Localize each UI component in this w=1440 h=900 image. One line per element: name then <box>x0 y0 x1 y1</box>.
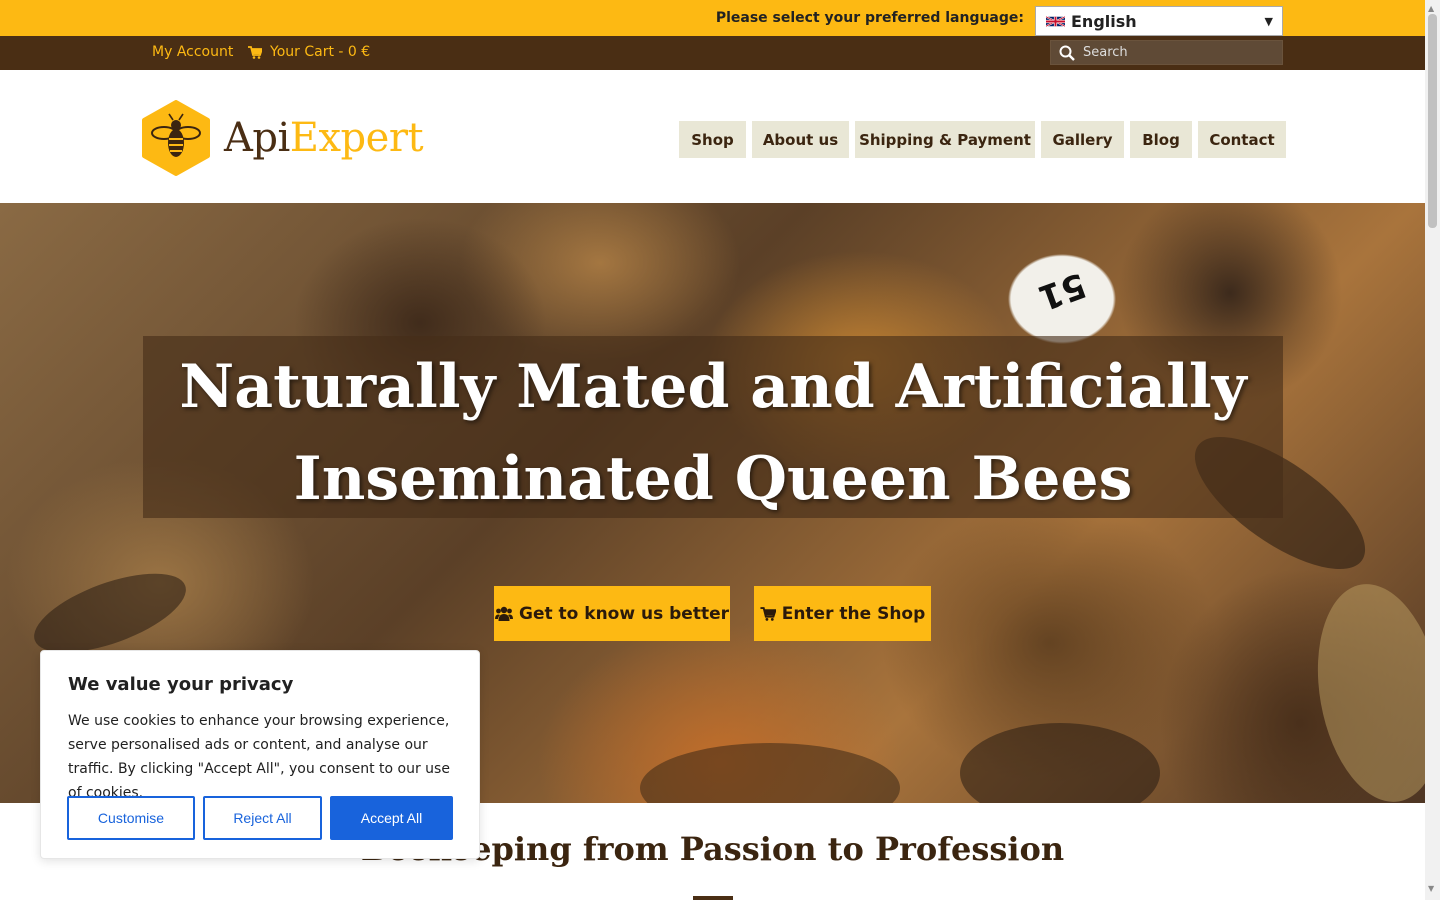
dropdown-arrow-icon: ▼ <box>1264 15 1273 28</box>
language-selected-value: English <box>1071 11 1137 31</box>
language-bar: Please select your preferred language: E… <box>0 0 1425 36</box>
search-box[interactable] <box>1050 40 1283 65</box>
enter-shop-label: Enter the Shop <box>781 603 926 624</box>
scroll-down-arrow-icon[interactable]: ▼ <box>1428 884 1434 893</box>
page-scrollbar[interactable]: ▲ ▼ <box>1425 0 1440 900</box>
cart-label: Your Cart - 0 € <box>270 44 371 60</box>
users-icon <box>495 606 514 621</box>
bee-logo-icon <box>142 100 210 176</box>
cookie-description: We use cookies to enhance your browsing … <box>68 713 450 801</box>
search-input[interactable] <box>1083 45 1263 60</box>
get-to-know-us-button[interactable]: Get to know us better <box>494 586 730 641</box>
site-logo[interactable]: ApiExpert <box>142 100 424 176</box>
account-bar: My Account Your Cart - 0 € <box>0 36 1425 70</box>
site-header: ApiExpert Shop About us Shipping & Payme… <box>0 70 1425 203</box>
section-divider <box>693 896 733 900</box>
language-prompt: Please select your preferred language: <box>715 10 1024 26</box>
scrollbar-thumb[interactable] <box>1428 14 1437 228</box>
main-menu: Shop About us Shipping & Payment Gallery… <box>673 121 1286 158</box>
menu-item-shipping-payment[interactable]: Shipping & Payment <box>855 121 1035 158</box>
uk-flag-icon <box>1046 15 1065 27</box>
cookie-consent-banner: We value your privacy We use cookies to … <box>40 650 480 859</box>
menu-item-contact[interactable]: Contact <box>1198 121 1286 158</box>
accept-all-button[interactable]: Accept All <box>330 796 453 840</box>
logo-wordmark: ApiExpert <box>224 115 424 161</box>
cart-link[interactable]: Your Cart - 0 € <box>248 44 370 60</box>
reject-all-button[interactable]: Reject All <box>203 796 322 840</box>
search-icon <box>1059 45 1075 61</box>
logo-name-part2: Expert <box>289 115 424 161</box>
cookie-title: We value your privacy <box>68 674 294 695</box>
shopping-cart-icon <box>760 606 776 621</box>
scroll-up-arrow-icon[interactable]: ▲ <box>1428 4 1434 13</box>
hero-bee-stripe <box>640 743 900 803</box>
queen-marker-number: 51 <box>1032 264 1092 318</box>
customise-button[interactable]: Customise <box>67 796 195 840</box>
menu-item-about-us[interactable]: About us <box>752 121 849 158</box>
shopping-cart-icon <box>248 45 262 59</box>
enter-shop-button[interactable]: Enter the Shop <box>754 586 931 641</box>
hero-title-line1: Naturally Mated and Artificially <box>179 352 1247 422</box>
menu-item-gallery[interactable]: Gallery <box>1041 121 1124 158</box>
hero-bee-stripe <box>960 723 1160 803</box>
get-to-know-us-label: Get to know us better <box>519 603 729 624</box>
hero-title-line2: Inseminated Queen Bees <box>293 444 1133 514</box>
hero-title: Naturally Mated and Artificially Insemin… <box>143 341 1283 525</box>
menu-item-blog[interactable]: Blog <box>1130 121 1192 158</box>
hero-bee-stripe <box>1301 574 1425 803</box>
menu-item-shop[interactable]: Shop <box>679 121 746 158</box>
language-select[interactable]: English ▼ <box>1035 6 1283 36</box>
my-account-link[interactable]: My Account <box>152 44 233 60</box>
logo-name-part1: Api <box>224 115 290 161</box>
